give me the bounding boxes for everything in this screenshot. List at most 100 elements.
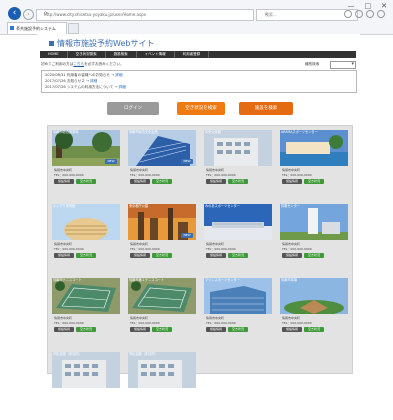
- facility-address: 情報市中央町: [54, 242, 73, 246]
- facility-info-button[interactable]: 施設情報: [282, 253, 302, 258]
- facility-info-button[interactable]: 施設情報: [54, 253, 74, 258]
- news-date: 2017/07/26: [45, 85, 66, 89]
- facility-card[interactable]: ARAMAスポーツセンター 情報市中央町 TEL：000-000-0000 施設情報空…: [280, 130, 348, 198]
- search-icon[interactable]: ⌕: [265, 11, 353, 17]
- maximize-button[interactable]: □: [365, 2, 372, 10]
- news-link[interactable]: 詳細: [115, 73, 122, 77]
- feedback-icon[interactable]: [377, 10, 385, 18]
- facility-card[interactable]: 情報センター 情報市中央町 TEL：000-000-0000 施設情報 空き状況: [280, 204, 348, 272]
- facility-info-button[interactable]: 施設情報: [206, 253, 226, 258]
- facility-card[interactable]: 情報市テニスコート 情報市中央町 TEL：000-000-0000 施設情報 空き状況: [52, 278, 120, 346]
- refresh-icon[interactable]: ⟳: [44, 11, 250, 17]
- vacancy-button[interactable]: 空き状況: [304, 253, 324, 258]
- favorites-star-icon[interactable]: [355, 10, 363, 18]
- facility-photo[interactable]: [280, 204, 348, 240]
- facility-card[interactable]: 東京都庁公園 NEW 情報市中央町 TEL：000-000-0000 施設情報 空き状況: [128, 204, 196, 272]
- nav-home[interactable]: HOME: [40, 51, 68, 58]
- toolbar-icons: [344, 10, 385, 18]
- back-arrow-icon[interactable]: ‹: [8, 7, 21, 20]
- login-button[interactable]: ログイン: [107, 102, 159, 115]
- facility-photo[interactable]: [204, 278, 272, 314]
- category-select[interactable]: [330, 61, 356, 69]
- facility-photo[interactable]: [280, 130, 348, 166]
- vacancy-button[interactable]: 空き状況: [228, 253, 248, 258]
- facility-info-button[interactable]: 施設情報: [54, 179, 74, 184]
- facility-phone: TEL：000-000-0000: [54, 247, 84, 251]
- facility-info-button[interactable]: 施設情報: [130, 179, 150, 184]
- facility-phone: TEL：000-000-0000: [282, 247, 312, 251]
- facility-card[interactable]: 市民会館（多目的）: [52, 352, 120, 420]
- vacancy-button[interactable]: 空き状況: [152, 327, 172, 332]
- facility-photo[interactable]: [52, 278, 120, 314]
- facility-name: みのあスポーツセンター: [205, 204, 240, 208]
- facility-card[interactable]: 情報市球場 情報市中央町 TEL：000-000-0000 施設情報 空き状況: [280, 278, 348, 346]
- facility-card[interactable]: 情報市総合文化会館 NEW 情報市中央町 TEL：000-000-0000 施設情報 空き…: [128, 130, 196, 198]
- intro-prefix: 初めてご利用の方は: [41, 62, 74, 66]
- facility-photo[interactable]: [204, 204, 272, 240]
- facility-card[interactable]: 市民会館（多目的）: [128, 352, 196, 420]
- facility-card[interactable]: みのあスポーツセンター 情報市中央町 TEL：000-000-0000 施設情報 空き状…: [204, 204, 272, 272]
- facility-info-button[interactable]: 施設情報: [130, 327, 150, 332]
- intro-text: 初めてご利用の方はこちらを必ずお読みください。: [41, 62, 124, 67]
- home-icon[interactable]: [344, 10, 352, 18]
- facility-search-button[interactable]: 施設を検索: [239, 102, 293, 115]
- facility-card[interactable]: 情報市第２テニスコート 情報市中央町 TEL：000-000-0000 施設情報 空き状…: [128, 278, 196, 346]
- settings-gear-icon[interactable]: [366, 10, 374, 18]
- new-tab-button[interactable]: [68, 23, 79, 34]
- facility-name: 情報市球場: [281, 278, 297, 282]
- news-item: 2017/07/26 お知らせ２ → 詳細: [45, 79, 98, 83]
- vacancy-search-button[interactable]: 空き状況を検索: [177, 102, 225, 115]
- browser-tab[interactable]: 公共施設予約システム ×: [7, 22, 67, 34]
- nav-facility-search[interactable]: 施設検索: [106, 51, 137, 58]
- facility-photo[interactable]: [128, 278, 196, 314]
- facility-card[interactable]: マリンスポーツセンター 情報市中央町 TEL：000-000-0000 施設情報 空き状…: [204, 278, 272, 346]
- facility-photo[interactable]: [204, 130, 272, 166]
- facility-info-button[interactable]: 施設情報: [282, 327, 302, 332]
- forward-arrow-icon[interactable]: ›: [23, 9, 34, 20]
- facility-address: 情報市中央町: [130, 316, 149, 320]
- facility-phone: TEL：000-000-0000: [206, 173, 236, 177]
- vacancy-button[interactable]: 空き状況: [304, 179, 324, 184]
- facility-info-button[interactable]: 施設情報: [206, 327, 226, 332]
- vacancy-button[interactable]: 空き状況: [76, 327, 96, 332]
- vacancy-button[interactable]: 空き状況: [228, 179, 248, 184]
- intro-link[interactable]: こちら: [73, 62, 84, 66]
- vacancy-button[interactable]: 空き状況: [76, 179, 96, 184]
- facility-info-button[interactable]: 施設情報: [130, 253, 150, 258]
- news-link[interactable]: 詳細: [119, 85, 126, 89]
- news-link[interactable]: 詳細: [90, 79, 97, 83]
- address-bar[interactable]: http://www.city.shisetsu-yoyaku.jp/user/…: [36, 9, 254, 21]
- facility-phone: TEL：000-000-0000: [206, 321, 236, 325]
- facility-card[interactable]: 小ぐすり体育館 情報市中央町 TEL：000-000-0000 施設情報 空き状況: [52, 204, 120, 272]
- facility-address: 情報市中央町: [54, 316, 73, 320]
- facility-address: 情報市中央町: [282, 242, 301, 246]
- facility-phone: TEL：000-000-0000: [130, 321, 160, 325]
- facility-address: 情報市中央町: [206, 316, 225, 320]
- facility-address: 情報市中央町: [282, 316, 301, 320]
- close-button[interactable]: ✕: [381, 2, 387, 10]
- facility-photo[interactable]: [52, 352, 120, 388]
- facility-photo[interactable]: [128, 352, 196, 388]
- facility-card[interactable]: 中央公民館 情報市中央町 TEL：000-000-0000 施設情報 空き状況: [204, 130, 272, 198]
- vacancy-button[interactable]: 空き状況: [228, 327, 248, 332]
- vacancy-button[interactable]: 空き状況: [76, 253, 96, 258]
- browser-search-input[interactable]: 検索... ⌕: [256, 9, 358, 21]
- facility-info-button[interactable]: 施設情報: [282, 179, 302, 184]
- facility-photo[interactable]: [280, 278, 348, 314]
- news-item: 2017/07/26 システムの利用方法について → 詳細: [45, 85, 126, 89]
- news-box: 2020/08/31 利用者の皆様へのお知らせ → 詳細 2017/07/26 …: [41, 70, 357, 93]
- facility-name: マリンスポーツセンター: [205, 278, 240, 282]
- vacancy-button[interactable]: 空き状況: [304, 327, 324, 332]
- facility-info-button[interactable]: 施設情報: [206, 179, 226, 184]
- nav-vacancy-search[interactable]: 空き状況検索: [68, 51, 106, 58]
- facility-card[interactable]: 情報市総合運動場 NEW 情報市中央町 TEL：000-000-0000 施設情報 空き状…: [52, 130, 120, 198]
- facility-name: 情報市第２テニスコート: [129, 278, 165, 282]
- nav-events[interactable]: イベント情報: [137, 51, 175, 58]
- close-tab-icon[interactable]: ×: [16, 25, 63, 31]
- vacancy-button[interactable]: 空き状況: [152, 179, 172, 184]
- vacancy-button[interactable]: 空き状況: [152, 253, 172, 258]
- nav-user-registration[interactable]: 利用者登録: [175, 51, 210, 58]
- facility-info-button[interactable]: 施設情報: [54, 327, 74, 332]
- facility-photo[interactable]: [52, 204, 120, 240]
- facility-phone: TEL：000-000-0000: [282, 173, 312, 177]
